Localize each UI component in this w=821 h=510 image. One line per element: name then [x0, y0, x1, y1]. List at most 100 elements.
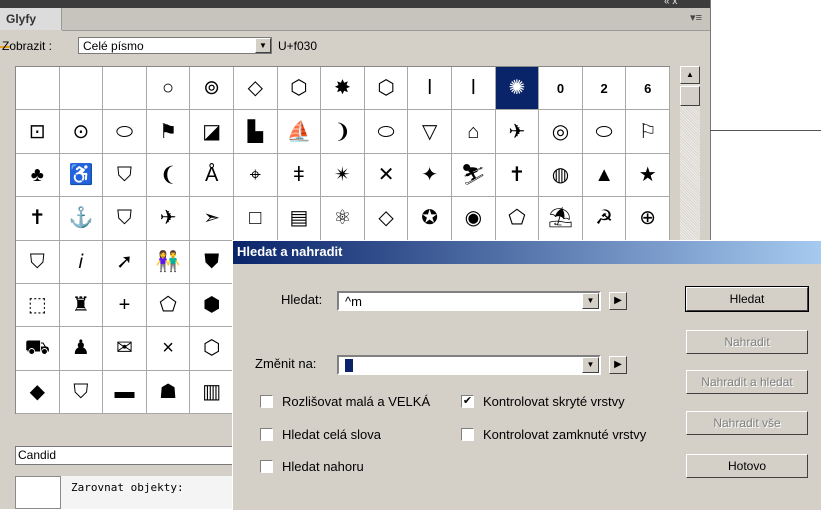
glyph-cell[interactable]: ✝ — [495, 153, 540, 198]
glyph-cell[interactable]: ⛷ — [451, 153, 496, 198]
glyph-cell[interactable]: ⬭ — [364, 110, 409, 154]
scroll-up-icon[interactable]: ▲ — [680, 66, 700, 84]
glyph-cell[interactable]: ⛉ — [103, 153, 147, 198]
glyph-cell[interactable]: × — [146, 327, 191, 371]
special-chars-find-icon[interactable]: ▶ — [609, 292, 627, 310]
checkbox-whole-words[interactable]: Hledat celá slova — [260, 427, 460, 443]
glyph-cell[interactable]: ⬭ — [103, 110, 147, 154]
glyph-cell[interactable]: ⛊ — [190, 240, 234, 284]
glyph-cell[interactable]: ▙ — [233, 110, 278, 154]
checkbox-box[interactable]: ✔ — [461, 395, 474, 408]
glyph-cell[interactable]: ○ — [146, 67, 191, 111]
glyph-cell[interactable]: □ — [233, 197, 278, 241]
glyph-cell[interactable]: ◇ — [233, 67, 278, 111]
font-name-field[interactable]: Candid — [15, 446, 245, 465]
special-chars-replace-icon[interactable]: ▶ — [609, 356, 627, 374]
glyph-cell[interactable]: Å — [190, 153, 234, 198]
glyph-cell[interactable]: ⛉ — [59, 370, 104, 414]
glyph-cell[interactable]: ⌖ — [233, 153, 278, 198]
checkbox-hidden-layers[interactable]: ✔ Kontrolovat skryté vrstvy — [461, 394, 661, 410]
glyph-cell[interactable]: ✺ — [495, 67, 540, 111]
glyph-cell[interactable]: ⛉ — [103, 197, 147, 241]
glyph-cell[interactable]: ⚑ — [146, 110, 191, 154]
glyph-cell[interactable] — [59, 67, 104, 111]
glyph-cell[interactable]: ➚ — [103, 240, 147, 284]
find-button[interactable]: Hledat — [685, 286, 809, 312]
panel-menu-icon[interactable]: ▾≡ — [690, 11, 702, 24]
glyph-cell[interactable]: ⬠ — [146, 283, 191, 328]
glyph-cell[interactable]: ⌂ — [451, 110, 496, 154]
glyph-cell[interactable]: 0 — [539, 67, 583, 111]
chevron-down-icon[interactable]: ▼ — [582, 293, 599, 309]
glyph-cell[interactable]: ⊕ — [626, 197, 670, 241]
glyph-cell[interactable]: ✪ — [408, 197, 452, 241]
glyph-cell[interactable]: ✕ — [364, 153, 409, 198]
glyph-cell[interactable]: ⬠ — [495, 197, 540, 241]
glyph-cell[interactable]: ⬡ — [277, 67, 322, 111]
checkbox-box[interactable] — [260, 460, 273, 473]
checkbox-locked-layers[interactable]: Kontrolovat zamknuté vrstvy — [461, 427, 671, 443]
glyph-cell[interactable]: ◍ — [539, 153, 583, 198]
glyph-cell[interactable]: ★ — [626, 153, 670, 198]
glyph-cell[interactable]: ✈ — [495, 110, 540, 154]
glyph-cell[interactable]: ⛱ — [539, 197, 583, 241]
glyph-cell[interactable]: ▤ — [277, 197, 322, 241]
glyph-cell[interactable]: ⬚ — [16, 283, 60, 328]
glyph-cell[interactable]: ⚛ — [321, 197, 365, 241]
glyph-cell[interactable]: ⬢ — [190, 283, 234, 328]
chevron-down-icon[interactable]: ▼ — [582, 357, 599, 373]
find-input[interactable]: ^m ▼ — [337, 291, 601, 311]
panel-window-controls[interactable]: « x — [664, 0, 677, 7]
glyph-cell[interactable]: ◎ — [539, 110, 583, 154]
tab-glyphs[interactable]: Glyfy — [0, 8, 62, 30]
glyph-cell[interactable]: ✈ — [146, 197, 191, 241]
glyph-cell[interactable]: 6 — [626, 67, 670, 111]
glyph-cell[interactable]: ⚓ — [59, 197, 104, 241]
checkbox-search-up[interactable]: Hledat nahoru — [260, 459, 460, 475]
glyph-cell[interactable]: ⬡ — [190, 327, 234, 371]
glyph-cell[interactable]: ➣ — [190, 197, 234, 241]
glyph-cell[interactable]: ▲ — [582, 153, 627, 198]
glyph-cell[interactable]: ◇ — [364, 197, 409, 241]
glyph-cell[interactable]: ǀ — [451, 67, 496, 111]
glyph-cell[interactable]: 𝑖 — [59, 240, 104, 284]
replace-button[interactable]: Nahradit — [686, 330, 808, 354]
glyph-cell[interactable]: ✝ — [16, 197, 60, 241]
glyph-cell[interactable]: ǀ — [408, 67, 452, 111]
glyph-cell[interactable]: ⊙ — [59, 110, 104, 154]
glyph-cell[interactable]: ✉ — [103, 327, 147, 371]
glyph-cell[interactable]: ⛉ — [16, 240, 60, 284]
glyph-cell[interactable]: ⊡ — [16, 110, 60, 154]
checkbox-box[interactable] — [461, 428, 474, 441]
chevron-down-icon[interactable]: ▼ — [255, 38, 271, 53]
glyph-cell[interactable] — [103, 67, 147, 111]
glyph-cell[interactable]: ⛟ — [16, 327, 60, 371]
glyph-cell[interactable]: ◪ — [190, 110, 234, 154]
glyph-cell[interactable]: 2 — [582, 67, 627, 111]
glyph-cell[interactable]: ✸ — [321, 67, 365, 111]
glyph-cell[interactable]: ⚐ — [626, 110, 670, 154]
glyph-cell[interactable]: ♟ — [59, 327, 104, 371]
glyph-cell[interactable]: ✴ — [321, 153, 365, 198]
replace-all-button[interactable]: Nahradit vše — [686, 411, 808, 435]
glyph-cell[interactable]: ▽ — [408, 110, 452, 154]
glyph-cell[interactable]: ▬ — [103, 370, 147, 414]
glyph-cell[interactable] — [16, 67, 60, 111]
glyph-cell[interactable]: ❨ — [146, 153, 191, 198]
checkbox-case-sensitive[interactable]: Rozlišovat malá a VELKÁ — [260, 394, 460, 410]
glyph-cell[interactable]: ⬡ — [364, 67, 409, 111]
glyph-cell[interactable]: ǂ — [277, 153, 322, 198]
glyph-cell[interactable]: ◉ — [451, 197, 496, 241]
glyph-cell[interactable]: ⊚ — [190, 67, 234, 111]
glyph-cell[interactable]: ▥ — [190, 370, 234, 414]
glyph-cell[interactable]: ❩ — [321, 110, 365, 154]
checkbox-box[interactable] — [260, 428, 273, 441]
replace-input[interactable]: ▼ — [337, 355, 601, 375]
replace-find-button[interactable]: Nahradit a hledat — [686, 370, 808, 394]
scroll-thumb[interactable] — [680, 86, 700, 106]
glyph-cell[interactable]: ✦ — [408, 153, 452, 198]
show-select[interactable]: Celé písmo ▼ — [78, 37, 272, 54]
glyph-cell[interactable]: ◆ — [16, 370, 60, 414]
checkbox-box[interactable] — [260, 395, 273, 408]
done-button[interactable]: Hotovo — [686, 454, 808, 478]
